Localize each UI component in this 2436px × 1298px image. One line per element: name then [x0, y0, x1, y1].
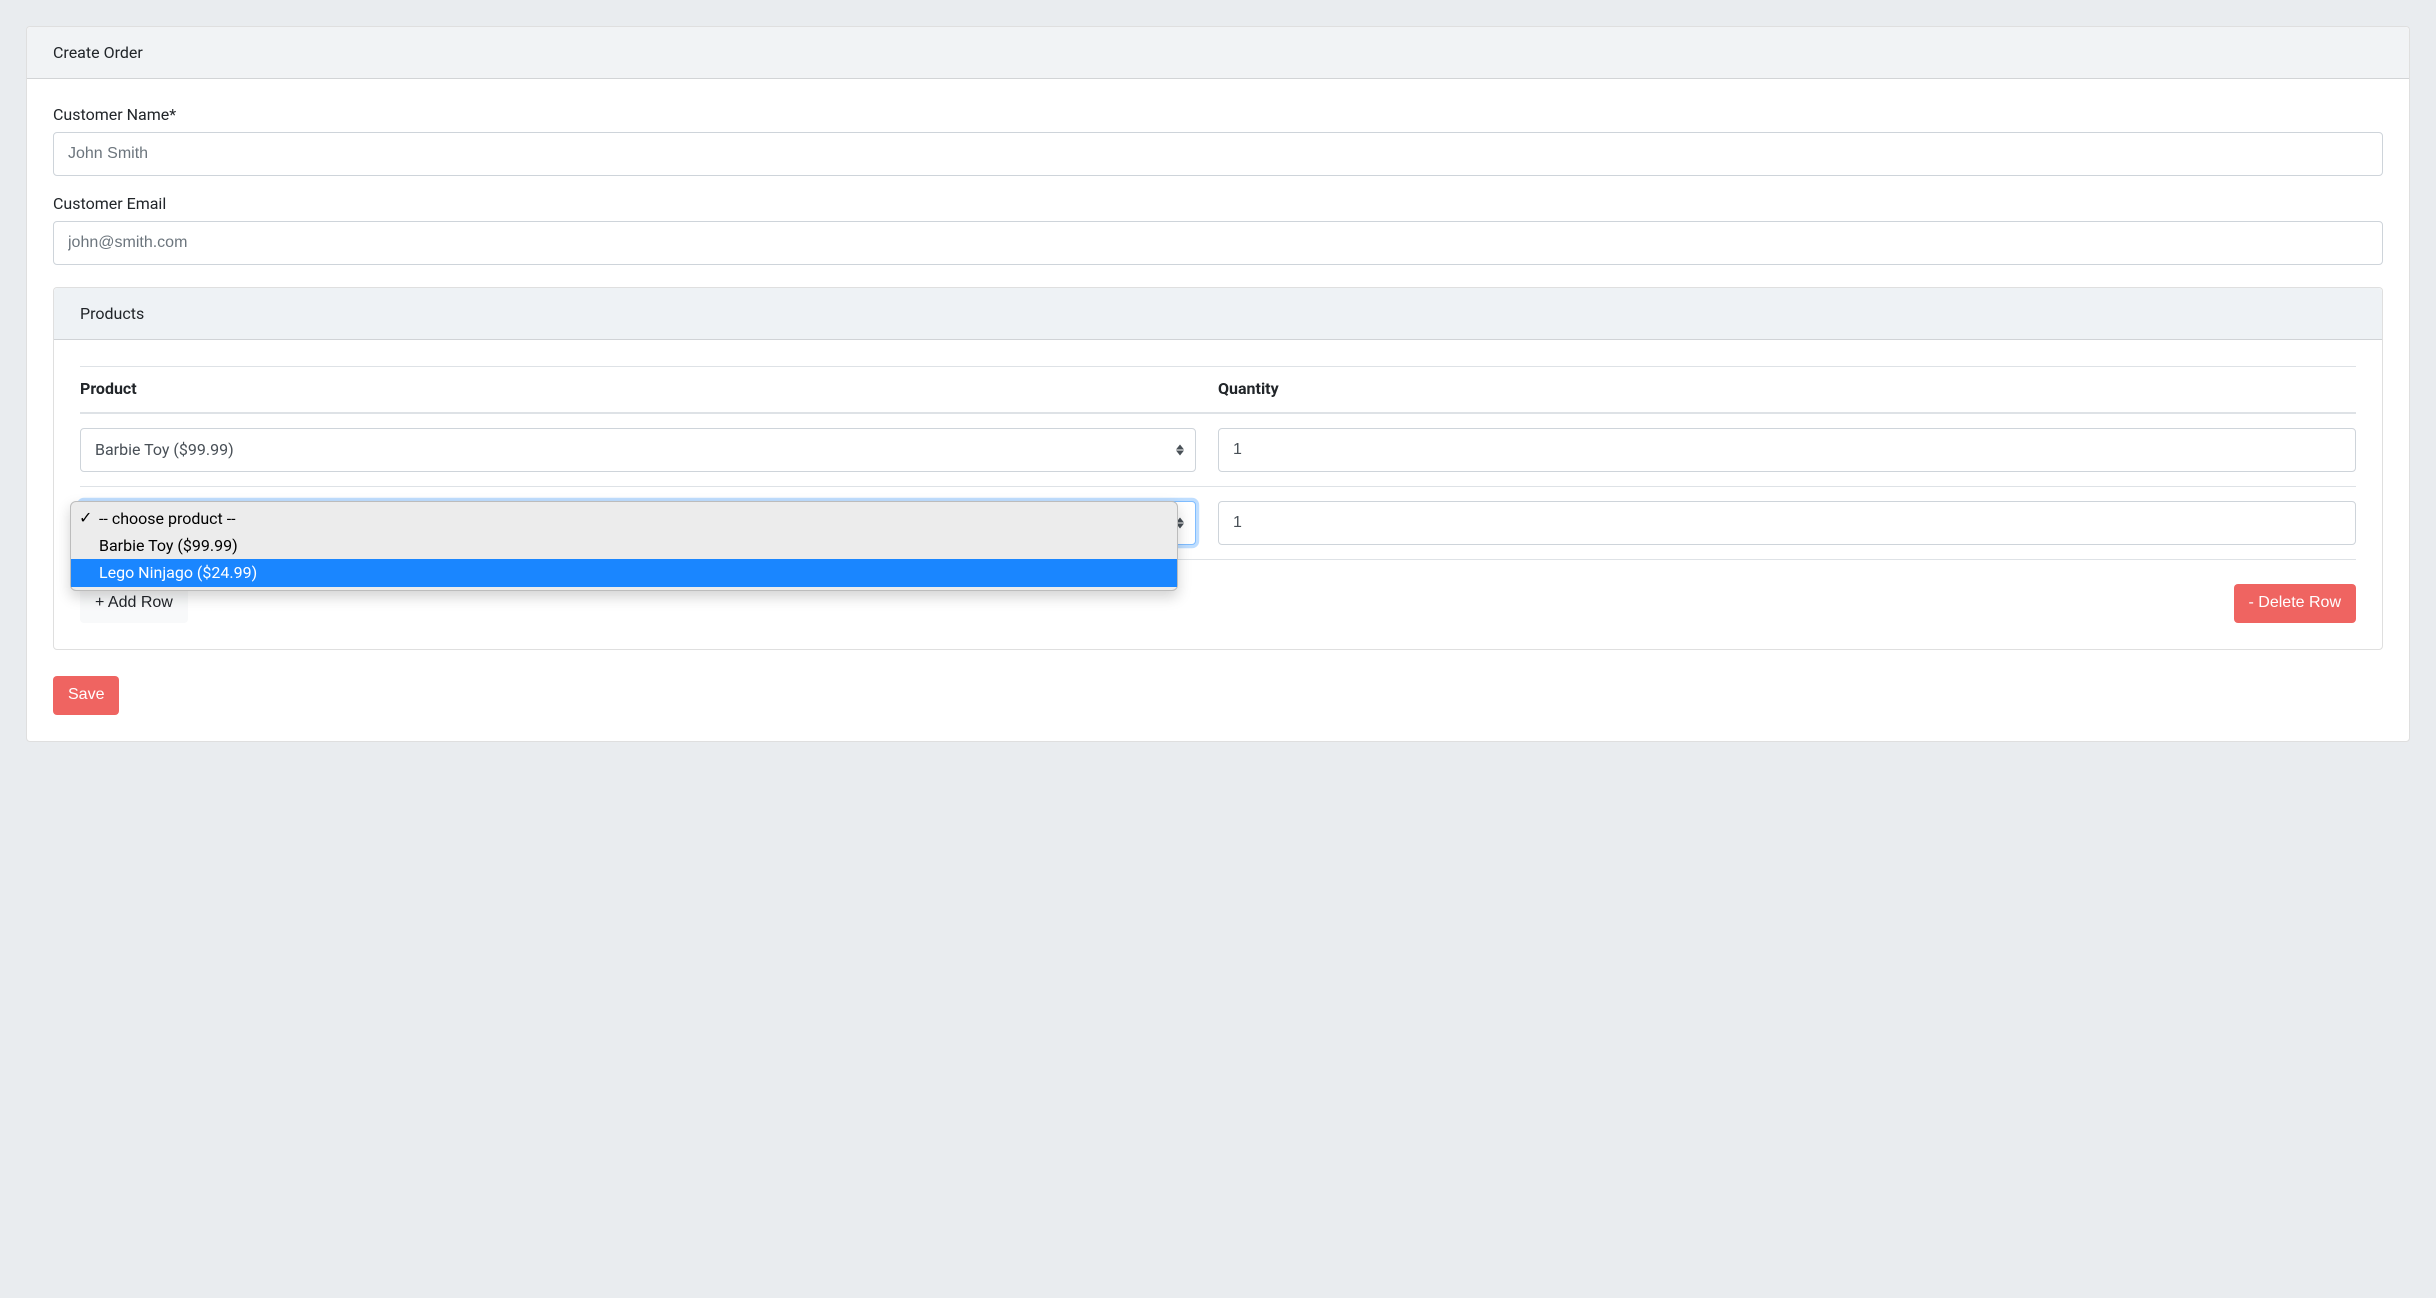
dropdown-option[interactable]: Barbie Toy ($99.99) [71, 532, 1177, 559]
card-body: Customer Name* Customer Email Products P… [27, 79, 2409, 741]
product-select[interactable]: Barbie Toy ($99.99) [80, 428, 1196, 472]
table-row: -- choose product -- -- choose product [80, 487, 2356, 560]
quantity-input[interactable] [1218, 428, 2356, 472]
delete-row-button[interactable]: - Delete Row [2234, 584, 2356, 623]
customer-name-label: Customer Name* [53, 105, 2383, 124]
dropdown-option[interactable]: Lego Ninjago ($24.99) [71, 559, 1177, 586]
customer-name-input[interactable] [53, 132, 2383, 176]
product-select-wrap: -- choose product -- -- choose product [80, 501, 1196, 545]
customer-email-input[interactable] [53, 221, 2383, 265]
card-header: Create Order [27, 27, 2409, 79]
products-body: Product Quantity Barbie Toy ($99.99) [54, 340, 2382, 649]
dropdown-option[interactable]: -- choose product -- [71, 505, 1177, 532]
products-header: Products [54, 288, 2382, 340]
col-product-header: Product [80, 367, 1218, 414]
products-card: Products Product Quantity [53, 287, 2383, 650]
col-quantity-header: Quantity [1218, 367, 2356, 414]
table-row: Barbie Toy ($99.99) [80, 413, 2356, 487]
products-table: Product Quantity Barbie Toy ($99.99) [80, 366, 2356, 560]
product-dropdown-menu: -- choose product -- Barbie Toy ($99.99)… [70, 501, 1178, 591]
customer-name-group: Customer Name* [53, 105, 2383, 176]
customer-email-group: Customer Email [53, 194, 2383, 265]
customer-email-label: Customer Email [53, 194, 2383, 213]
create-order-card: Create Order Customer Name* Customer Ema… [26, 26, 2410, 742]
product-select-wrap: Barbie Toy ($99.99) [80, 428, 1196, 472]
quantity-input[interactable] [1218, 501, 2356, 545]
products-title: Products [80, 304, 144, 323]
dropdown-option-label: -- choose product -- [99, 509, 236, 528]
product-select-value: Barbie Toy ($99.99) [95, 440, 234, 459]
save-button[interactable]: Save [53, 676, 119, 715]
save-row: Save [53, 676, 2383, 715]
dropdown-option-label: Barbie Toy ($99.99) [99, 536, 238, 555]
page-title: Create Order [53, 43, 143, 62]
dropdown-option-label: Lego Ninjago ($24.99) [99, 563, 257, 582]
